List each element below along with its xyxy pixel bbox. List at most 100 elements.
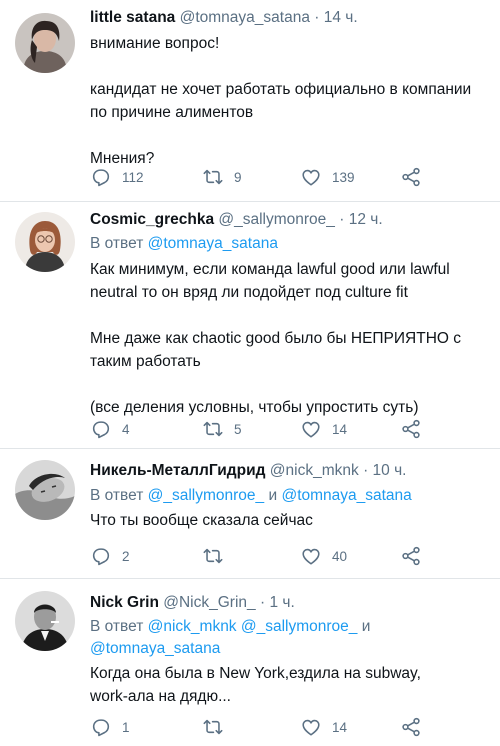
like-button[interactable]: 40 bbox=[300, 544, 347, 568]
reply-button[interactable]: 1 bbox=[90, 715, 130, 739]
tweet-header: Никель-МеталлГидрид @nick_mknk · 10 ч. bbox=[90, 462, 406, 480]
reply-icon bbox=[92, 719, 110, 737]
avatar[interactable] bbox=[15, 13, 75, 73]
tweet-4[interactable]: Nick Grin @Nick_Grin_ · 1 ч. В ответ @ni… bbox=[0, 579, 500, 746]
reply-mention[interactable]: @nick_mknk @_sallymonroe_ bbox=[148, 618, 358, 635]
share-button[interactable] bbox=[400, 544, 422, 568]
like-count: 139 bbox=[332, 169, 355, 185]
action-bar: 4 5 14 bbox=[90, 417, 490, 441]
text-line: (все деления условны, чтобы упростить су… bbox=[90, 399, 419, 416]
reply-button[interactable]: 2 bbox=[90, 544, 130, 568]
like-button[interactable]: 14 bbox=[300, 715, 347, 739]
reply-icon bbox=[92, 169, 110, 187]
action-bar: 1 14 bbox=[90, 715, 490, 739]
reply-mention[interactable]: @tomnaya_satana bbox=[90, 640, 220, 657]
text-line: neutral то он вряд ли подойдет под cultu… bbox=[90, 284, 408, 301]
reply-context: В ответ @_sallymonroe_ и @tomnaya_satana bbox=[90, 485, 412, 507]
avatar[interactable] bbox=[15, 591, 75, 651]
retweet-count: 9 bbox=[234, 169, 242, 185]
retweet-icon bbox=[203, 421, 223, 437]
reply-prefix: В ответ bbox=[90, 235, 144, 252]
reply-button[interactable]: 4 bbox=[90, 417, 130, 441]
retweet-icon bbox=[203, 169, 223, 185]
share-icon bbox=[402, 167, 420, 187]
tweet-text: Когда она была в New York,ездила на subw… bbox=[90, 662, 490, 708]
reply-icon bbox=[92, 548, 110, 566]
like-icon bbox=[302, 421, 320, 438]
retweet-button[interactable] bbox=[202, 715, 234, 739]
text-line: внимание вопрос! bbox=[90, 35, 220, 52]
separator: · bbox=[339, 211, 345, 228]
reply-context: В ответ @tomnaya_satana bbox=[90, 233, 278, 255]
reply-mention[interactable]: @_sallymonroe_ bbox=[148, 487, 265, 504]
text-line: Что ты вообще сказала сейчас bbox=[90, 512, 313, 529]
timestamp[interactable]: 12 ч. bbox=[349, 211, 383, 228]
text-line: таким работать bbox=[90, 353, 201, 370]
share-button[interactable] bbox=[400, 417, 422, 441]
reply-context: В ответ @nick_mknk @_sallymonroe_ и @tom… bbox=[90, 616, 490, 660]
separator: · bbox=[314, 9, 320, 26]
share-icon bbox=[402, 546, 420, 566]
text-line: кандидат не хочет работать официально в … bbox=[90, 81, 472, 98]
timestamp[interactable]: 14 ч. bbox=[324, 9, 358, 26]
like-icon bbox=[302, 719, 320, 736]
retweet-icon bbox=[203, 719, 223, 735]
tweet-header: Cosmic_grechka @_sallymonroe_ · 12 ч. bbox=[90, 211, 383, 229]
share-icon bbox=[402, 717, 420, 737]
avatar[interactable] bbox=[15, 460, 75, 520]
reply-button[interactable]: 112 bbox=[90, 165, 144, 189]
author-handle[interactable]: @Nick_Grin_ bbox=[163, 594, 255, 611]
text-line: Как минимум, если команда lawful good ил… bbox=[90, 261, 450, 278]
retweet-button[interactable]: 9 bbox=[202, 165, 242, 189]
retweet-count: 5 bbox=[234, 421, 242, 437]
like-button[interactable]: 14 bbox=[300, 417, 347, 441]
separator: · bbox=[363, 462, 369, 479]
reply-icon bbox=[92, 421, 110, 439]
author-handle[interactable]: @nick_mknk bbox=[270, 462, 359, 479]
share-icon bbox=[402, 419, 420, 439]
separator: · bbox=[259, 594, 266, 611]
author-name[interactable]: Nick Grin bbox=[90, 594, 159, 611]
like-icon bbox=[302, 169, 320, 186]
reply-prefix: В ответ bbox=[90, 618, 144, 635]
reply-mention[interactable]: @tomnaya_satana bbox=[281, 487, 411, 504]
retweet-button[interactable] bbox=[202, 544, 234, 568]
like-count: 14 bbox=[332, 719, 348, 735]
like-count: 40 bbox=[332, 548, 348, 564]
author-name[interactable]: little satana bbox=[90, 9, 175, 26]
tweet-2[interactable]: Cosmic_grechka @_sallymonroe_ · 12 ч. В … bbox=[0, 202, 500, 446]
retweet-icon bbox=[203, 548, 223, 564]
action-bar: 112 9 139 bbox=[90, 165, 490, 189]
author-handle[interactable]: @_sallymonroe_ bbox=[218, 211, 335, 228]
share-button[interactable] bbox=[400, 165, 422, 189]
text-line: по причине алиментов bbox=[90, 104, 254, 121]
like-button[interactable]: 139 bbox=[300, 165, 355, 189]
author-name[interactable]: Cosmic_grechka bbox=[90, 211, 214, 228]
tweet-text: Как минимум, если команда lawful good ил… bbox=[90, 258, 490, 419]
retweet-button[interactable]: 5 bbox=[202, 417, 242, 441]
reply-count: 2 bbox=[122, 548, 130, 564]
share-button[interactable] bbox=[400, 715, 422, 739]
timestamp[interactable]: 1 ч. bbox=[269, 594, 294, 611]
reply-count: 4 bbox=[122, 421, 130, 437]
tweet-header: little satana @tomnaya_satana · 14 ч. bbox=[90, 9, 358, 27]
text-line: work-ала на дядю... bbox=[90, 688, 231, 705]
tweet-header: Nick Grin @Nick_Grin_ · 1 ч. bbox=[90, 594, 295, 612]
tweet-text: Что ты вообще сказала сейчас bbox=[90, 509, 490, 532]
author-name[interactable]: Никель-МеталлГидрид bbox=[90, 462, 265, 479]
tweet-1[interactable]: little satana @tomnaya_satana · 14 ч. вн… bbox=[0, 0, 500, 200]
timestamp[interactable]: 10 ч. bbox=[373, 462, 407, 479]
avatar[interactable] bbox=[15, 212, 75, 272]
reply-count: 112 bbox=[122, 169, 144, 185]
reply-and: и bbox=[268, 487, 278, 504]
text-line: Когда она была в New York,ездила на subw… bbox=[90, 665, 421, 682]
reply-prefix: В ответ bbox=[90, 487, 144, 504]
text-line: Мне даже как chaotic good было бы НЕПРИЯ… bbox=[90, 330, 462, 347]
like-icon bbox=[302, 548, 320, 565]
tweet-text: внимание вопрос! кандидат не хочет работ… bbox=[90, 32, 490, 170]
reply-and: и bbox=[361, 618, 371, 635]
tweet-3[interactable]: Никель-МеталлГидрид @nick_mknk · 10 ч. В… bbox=[0, 449, 500, 578]
reply-mention[interactable]: @tomnaya_satana bbox=[148, 235, 278, 252]
action-bar: 2 40 bbox=[90, 544, 490, 568]
author-handle[interactable]: @tomnaya_satana bbox=[180, 9, 310, 26]
